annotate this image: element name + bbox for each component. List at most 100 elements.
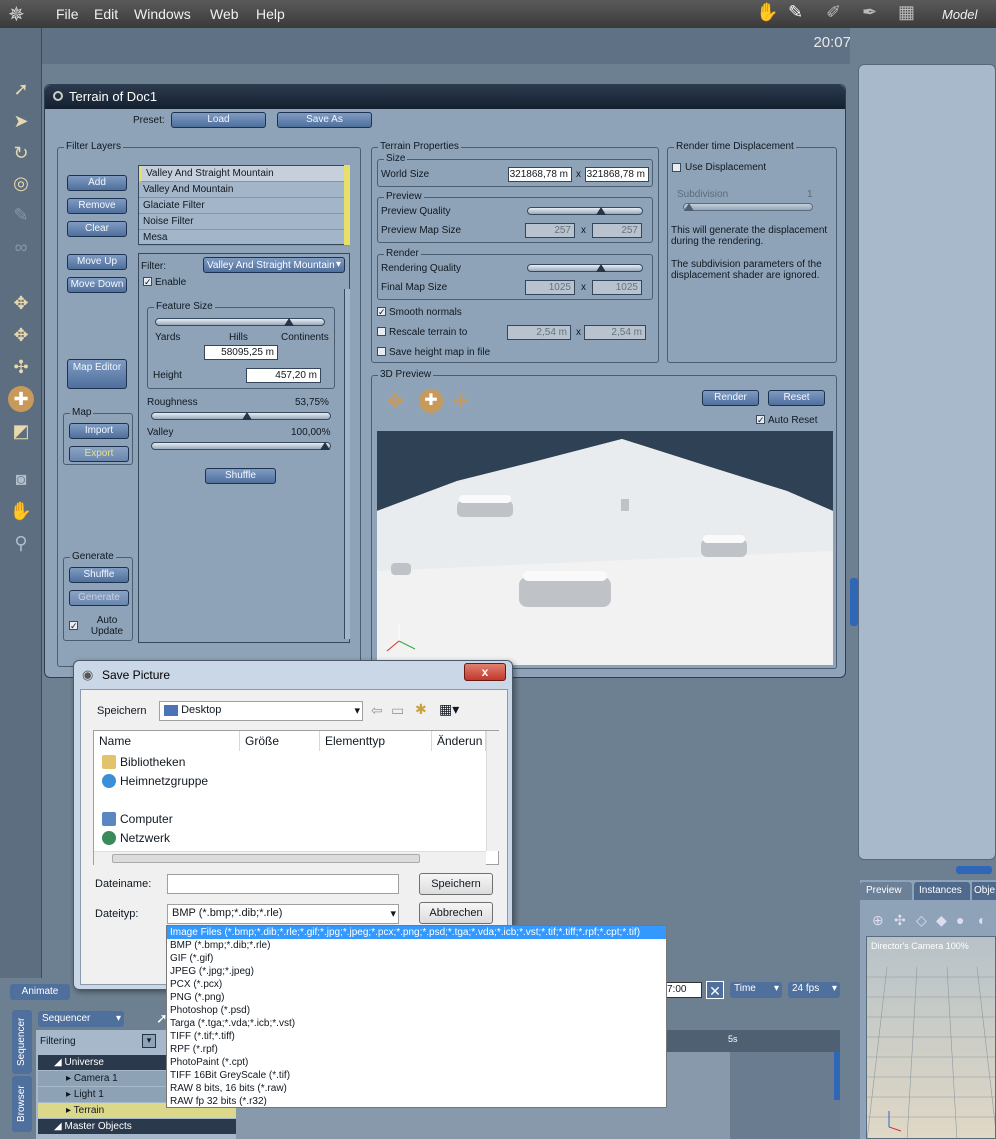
column-size[interactable]: Größe xyxy=(240,731,320,751)
column-type[interactable]: Elementtyp xyxy=(320,731,432,751)
filetype-option[interactable]: Targa (*.tga;*.vda;*.icb;*.vst) xyxy=(167,1017,666,1030)
location-select[interactable]: Desktop ▾ xyxy=(159,701,363,721)
move-3d-icon[interactable]: ✥ xyxy=(387,389,404,414)
time-select[interactable]: Time ▾ xyxy=(730,982,782,998)
export-button[interactable]: Export xyxy=(69,446,129,462)
tab-instances[interactable]: Instances xyxy=(914,882,970,900)
window-dot-icon[interactable] xyxy=(53,91,63,101)
save-height-map-checkbox[interactable] xyxy=(377,347,386,356)
enable-checkbox[interactable]: ✓ xyxy=(143,277,152,287)
menu-edit[interactable]: Edit xyxy=(94,6,118,22)
film-icon[interactable]: ▦ xyxy=(898,2,915,23)
filter-layer-list[interactable]: Valley And Straight Mountain Valley And … xyxy=(138,165,350,246)
map-editor-button[interactable]: Map Editor xyxy=(67,359,127,389)
view-menu-icon[interactable]: ▦▾ xyxy=(439,701,459,718)
rescale-y-field[interactable]: 2,54 m xyxy=(584,325,646,340)
auto-update-checkbox[interactable]: ✓ xyxy=(69,621,78,631)
sphere-icon[interactable]: ● xyxy=(956,912,964,928)
browser-side-tab[interactable]: Browser xyxy=(12,1076,32,1132)
filename-input[interactable] xyxy=(167,874,399,894)
list-item[interactable]: Mesa xyxy=(139,230,349,246)
preview-map-y-field[interactable]: 257 xyxy=(592,223,642,238)
filter-select[interactable]: Valley And Straight Mountain ▾ xyxy=(203,257,345,273)
terrain-3d-preview[interactable] xyxy=(377,431,833,665)
close-x-icon[interactable]: ✕ xyxy=(706,981,724,999)
tab-objects[interactable]: Obje xyxy=(972,882,996,900)
horizontal-scrollbar[interactable] xyxy=(94,851,486,865)
preview-map-x-field[interactable]: 257 xyxy=(525,223,575,238)
subdivision-slider[interactable] xyxy=(683,203,813,211)
move-4way-icon[interactable]: ✥ xyxy=(8,290,34,316)
filetype-option[interactable]: BMP (*.bmp;*.dib;*.rle) xyxy=(167,939,666,952)
sequencer-select[interactable]: Sequencer ▾ xyxy=(38,1011,124,1027)
torus-icon[interactable]: ◎ xyxy=(8,170,34,196)
move-plane-icon[interactable]: ✣ xyxy=(8,354,34,380)
close-button[interactable]: x xyxy=(464,663,506,681)
menu-help[interactable]: Help xyxy=(256,6,285,22)
smooth-normals-checkbox[interactable]: ✓ xyxy=(377,307,386,317)
cancel-button[interactable]: Abbrechen xyxy=(419,902,493,924)
column-name[interactable]: Name xyxy=(94,731,240,751)
move-arrow-icon[interactable]: ➤ xyxy=(8,108,34,134)
vertical-scrollbar[interactable] xyxy=(486,731,500,851)
add-button[interactable]: Add xyxy=(67,175,127,191)
camera-view[interactable]: Director's Camera 100% xyxy=(866,936,996,1139)
rescale-x-field[interactable]: 2,54 m xyxy=(507,325,571,340)
menu-windows[interactable]: Windows xyxy=(134,6,191,22)
zoom-icon[interactable]: ⚲ xyxy=(8,530,34,556)
move-3d-icon[interactable]: ✥ xyxy=(8,322,34,348)
generate-button[interactable]: Generate xyxy=(69,590,129,606)
orbit-icon[interactable]: ✚ xyxy=(419,389,443,413)
list-item[interactable]: Glaciate Filter xyxy=(139,198,349,214)
render-button[interactable]: Render xyxy=(702,390,759,406)
filetype-option[interactable]: RAW 8 bits, 16 bits (*.raw) xyxy=(167,1082,666,1095)
use-displacement-checkbox[interactable] xyxy=(672,163,681,172)
menu-file[interactable]: File xyxy=(56,6,79,22)
chevron-down-icon[interactable]: ▾ xyxy=(142,1034,156,1048)
list-item[interactable]: Computer xyxy=(102,812,173,826)
rendering-quality-slider[interactable] xyxy=(527,264,643,272)
import-button[interactable]: Import xyxy=(69,423,129,439)
list-item[interactable]: Valley And Mountain xyxy=(139,182,349,198)
filetype-option[interactable]: PCX (*.pcx) xyxy=(167,978,666,991)
link-icon[interactable]: ∞ xyxy=(8,234,34,260)
slider-thumb[interactable] xyxy=(284,318,294,326)
move-up-button[interactable]: Move Up xyxy=(67,254,127,270)
valley-slider[interactable] xyxy=(151,442,331,450)
sequencer-side-tab[interactable]: Sequencer xyxy=(12,1010,32,1074)
box-icon[interactable]: ◩ xyxy=(8,418,34,444)
hand-icon[interactable]: ✋ xyxy=(756,2,778,23)
slider-thumb[interactable] xyxy=(684,203,694,211)
filetype-option[interactable]: RAW fp 32 bits (*.r32) xyxy=(167,1095,666,1108)
shuffle-button[interactable]: Shuffle xyxy=(69,567,129,583)
filetype-option[interactable]: PhotoPaint (*.cpt) xyxy=(167,1056,666,1069)
box-icon[interactable]: ◆ xyxy=(936,912,947,929)
shuffle-filter-button[interactable]: Shuffle xyxy=(205,468,276,484)
time-field[interactable]: 7:00 xyxy=(664,982,702,998)
cube-icon[interactable]: ◇ xyxy=(916,912,927,929)
shaded-icon[interactable]: ◐ xyxy=(978,912,986,928)
save-as-button[interactable]: Save As xyxy=(277,112,372,128)
wand-icon[interactable]: ✎ xyxy=(8,202,34,228)
feature-size-field[interactable]: 58095,25 m xyxy=(204,345,278,360)
filetype-option[interactable]: JPEG (*.jpg;*.jpeg) xyxy=(167,965,666,978)
modeler-icon[interactable]: ✎ xyxy=(788,2,803,23)
panel-splitter[interactable] xyxy=(850,578,858,626)
filetype-select[interactable]: BMP (*.bmp;*.dib;*.rle) ▾ xyxy=(167,904,399,924)
list-scrollbar[interactable] xyxy=(344,165,350,245)
list-item[interactable]: Valley And Straight Mountain xyxy=(139,166,349,182)
remove-button[interactable]: Remove xyxy=(67,198,127,214)
up-folder-icon[interactable]: ▭ xyxy=(391,702,404,719)
filetype-option[interactable]: Image Files (*.bmp;*.dib;*.rle;*.gif;*.j… xyxy=(167,926,666,939)
save-button[interactable]: Speichern xyxy=(419,873,493,895)
rotate-icon[interactable]: ↻ xyxy=(8,140,34,166)
app-logo-icon[interactable]: ✵ xyxy=(8,2,25,27)
slider-thumb[interactable] xyxy=(242,412,253,420)
world-size-x-field[interactable]: 321868,78 m xyxy=(508,167,572,182)
filetype-option[interactable]: PNG (*.png) xyxy=(167,991,666,1004)
camera-icon[interactable]: ◙ xyxy=(8,466,34,492)
filetype-option[interactable]: TIFF 16Bit GreyScale (*.tif) xyxy=(167,1069,666,1082)
orbit-icon[interactable]: ⊕ xyxy=(872,912,884,929)
list-item[interactable]: Noise Filter xyxy=(139,214,349,230)
move-plane-icon[interactable]: ✣ xyxy=(453,391,468,412)
